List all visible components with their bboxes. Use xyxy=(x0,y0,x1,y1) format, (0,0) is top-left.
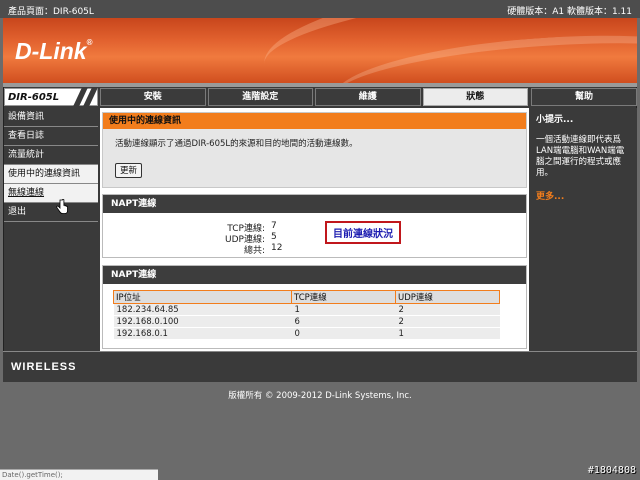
top-info-bar: 產品頁面：DIR-605L 硬體版本：A1 軟體版本：1.11 xyxy=(0,0,640,18)
tab-help[interactable]: 幫助 xyxy=(531,88,637,106)
dlink-logo: D-Link® xyxy=(15,38,93,64)
cell-ip: 182.234.64.85 xyxy=(113,303,292,316)
main-content: 使用中的連線資訊 活動連線顯示了通過DIR-605L的來源和目的地間的活動連線數… xyxy=(100,108,529,351)
main-tabs: 安裝 進階設定 維護 狀態 xyxy=(100,88,528,106)
sidebar-item-device-info[interactable]: 設備資訊 xyxy=(4,108,98,127)
napt-table-title: NAPT連線 xyxy=(103,266,526,284)
column-header-udp: UDP連線 xyxy=(395,290,500,304)
refresh-button[interactable]: 更新 xyxy=(115,163,143,178)
cell-tcp: 1 xyxy=(291,303,396,316)
browser-status-bar: Date().getTime(); xyxy=(0,469,158,480)
column-header-tcp: TCP連線 xyxy=(291,290,396,304)
more-link[interactable]: 更多... xyxy=(536,189,632,202)
sidebar-item-wireless[interactable]: 無線連線 xyxy=(4,184,98,203)
page-description: 活動連線顯示了通過DIR-605L的來源和目的地間的活動連線數。 xyxy=(115,139,358,149)
sidebar-item-logs[interactable]: 查看日誌 xyxy=(4,127,98,146)
sidebar-item-statistics[interactable]: 流量統計 xyxy=(4,146,98,165)
napt-table-section: NAPT連線 IP位址 TCP連線 UDP連線 182.234.64.85 1 … xyxy=(102,265,527,349)
total-label: 總共: xyxy=(243,246,265,256)
active-sessions-info: 使用中的連線資訊 活動連線顯示了通過DIR-605L的來源和目的地間的活動連線數… xyxy=(102,112,527,188)
cell-tcp: 6 xyxy=(291,315,396,328)
connections-table: IP位址 TCP連線 UDP連線 182.234.64.85 1 2 192.1… xyxy=(113,290,500,340)
hints-text: 一個活動連線即代表爲LAN端電腦和WAN端電腦之間運行的程式或應用。 xyxy=(536,135,625,178)
cell-udp: 2 xyxy=(395,315,500,328)
tab-maintenance[interactable]: 維護 xyxy=(315,88,421,106)
brand-banner: D-Link® xyxy=(3,18,637,83)
column-header-ip: IP位址 xyxy=(113,290,292,304)
cell-ip: 192.168.0.1 xyxy=(113,327,292,340)
cell-udp: 2 xyxy=(395,303,500,316)
cell-tcp: 0 xyxy=(291,327,396,340)
table-header-row: IP位址 TCP連線 UDP連線 xyxy=(113,290,500,304)
tcp-value: 7 xyxy=(271,221,277,231)
cell-ip: 192.168.0.100 xyxy=(113,315,292,328)
current-connection-annotation: 目前連線狀況 xyxy=(325,221,401,244)
model-label-box: DIR-605L xyxy=(4,87,99,109)
version-info: 硬體版本：A1 軟體版本：1.11 xyxy=(507,7,632,17)
tab-setup[interactable]: 安裝 xyxy=(100,88,206,106)
napt-stats-section: NAPT連線 TCP連線: 7 UDP連線: 5 總共: 12 目前連線狀況 xyxy=(102,194,527,258)
sidebar-item-active-sessions[interactable]: 使用中的連線資訊 xyxy=(4,165,98,184)
image-watermark: #1804808 xyxy=(587,465,636,476)
copyright-text: 版權所有 © 2009-2012 D-Link Systems, Inc. xyxy=(228,391,412,401)
total-value: 12 xyxy=(271,243,283,253)
wireless-footer: WIRELESS xyxy=(3,351,637,382)
tab-status[interactable]: 狀態 xyxy=(422,88,528,106)
hand-pointer-icon xyxy=(56,199,68,214)
table-row: 192.168.0.100 6 2 xyxy=(113,315,500,328)
hints-panel: 小提示... 一個活動連線即代表爲LAN端電腦和WAN端電腦之間運行的程式或應用… xyxy=(531,108,637,351)
sidebar-item-logout[interactable]: 退出 xyxy=(4,203,98,222)
hints-title: 小提示... xyxy=(536,115,574,125)
wireless-logo: WIRELESS xyxy=(11,361,77,373)
udp-value: 5 xyxy=(271,232,277,242)
napt-stats-title: NAPT連線 xyxy=(103,195,526,213)
tab-advanced[interactable]: 進階設定 xyxy=(207,88,313,106)
cell-udp: 1 xyxy=(395,327,500,340)
table-row: 182.234.64.85 1 2 xyxy=(113,303,500,316)
sidebar: 設備資訊 查看日誌 流量統計 使用中的連線資訊 無線連線 退出 xyxy=(4,108,98,222)
page-title: 使用中的連線資訊 xyxy=(103,113,526,129)
table-row: 192.168.0.1 0 1 xyxy=(113,327,500,340)
model-name: DIR-605L xyxy=(8,92,60,103)
product-page-label: 產品頁面：DIR-605L xyxy=(8,7,94,17)
